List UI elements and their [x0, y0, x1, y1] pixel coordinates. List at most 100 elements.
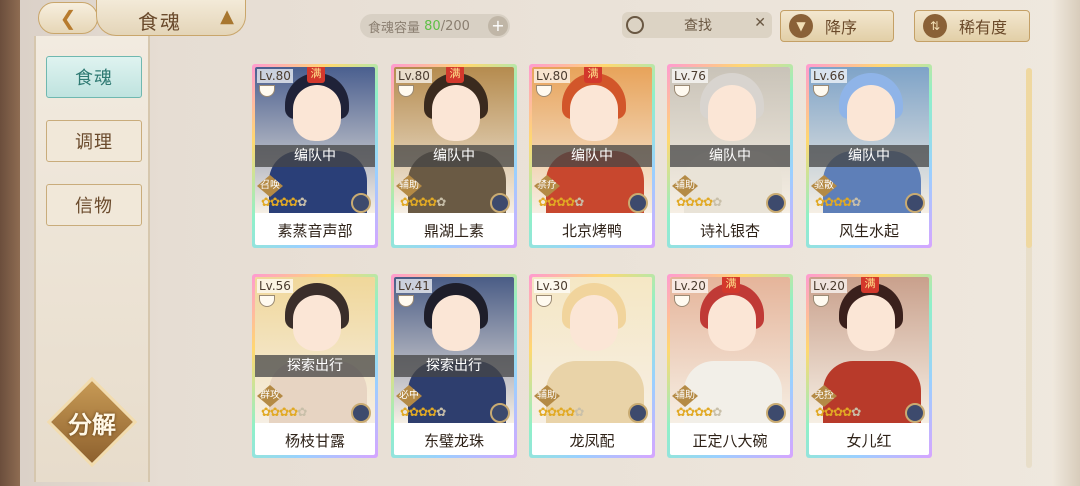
sort-down-icon: ▼ — [789, 14, 813, 38]
back-button[interactable]: ❮ — [38, 2, 98, 34]
gem-icon — [766, 193, 786, 213]
card-inner: Lv.76 编队中 辅助 ✿✿✿✿✿ 诗礼银杏 — [670, 67, 790, 245]
status-banner: 探索出行 — [394, 355, 514, 377]
gem-icon — [766, 403, 786, 423]
portrait-face — [708, 85, 756, 141]
card-name: 龙凤配 — [569, 432, 615, 450]
card-name: 北京烤鸭 — [561, 222, 622, 240]
status-banner: 编队中 — [809, 145, 929, 167]
level-label: Lv.20 — [811, 279, 847, 293]
max-level-badge: 满 — [307, 67, 325, 83]
sort-order-label: 降序 — [825, 18, 858, 37]
level-label: Lv.76 — [672, 69, 708, 83]
gem-icon — [905, 403, 925, 423]
star-rating: ✿✿✿✿✿ — [538, 405, 584, 419]
level-label: Lv.80 — [396, 69, 432, 83]
card-inner: Lv.66 编队中 驱散 ✿✿✿✿✿ 风生水起 — [809, 67, 929, 245]
sort-order-button[interactable]: ▼ 降序 — [780, 10, 894, 42]
card-name: 风生水起 — [838, 222, 899, 240]
star-rating: ✿✿✿✿✿ — [261, 405, 307, 419]
sidebar-item-label: 信物 — [75, 196, 113, 217]
food-soul-card[interactable]: Lv.80 满编队中 禁疗 ✿✿✿✿✿ 北京烤鸭 — [529, 64, 655, 248]
card-inner: Lv.20 满辅助 ✿✿✿✿✿ 正定八大碗 — [670, 277, 790, 455]
scrollbar[interactable] — [1026, 68, 1032, 468]
gem-icon — [490, 193, 510, 213]
max-level-badge: 满 — [722, 277, 740, 293]
gem-icon — [628, 193, 648, 213]
food-soul-card[interactable]: Lv.41 探索出行 必中 ✿✿✿✿✿ 东璧龙珠 — [391, 274, 517, 458]
max-level-badge: 满 — [446, 67, 464, 83]
sort-field-label: 稀有度 — [959, 18, 1008, 37]
sort-field-button[interactable]: ⇅ 稀有度 — [914, 10, 1030, 42]
sidebar-item-food-souls[interactable]: 食魂 — [46, 56, 142, 98]
gem-icon — [905, 193, 925, 213]
capacity-label: 食魂容量 — [368, 20, 421, 36]
sidebar-item-label: 食魂 — [75, 68, 113, 89]
level-label: Lv.20 — [672, 279, 708, 293]
star-rating: ✿✿✿✿✿ — [815, 405, 861, 419]
status-banner: 编队中 — [532, 145, 652, 167]
star-rating: ✿✿✿✿✿ — [676, 405, 722, 419]
decompose-button[interactable]: 分解 — [46, 376, 138, 468]
right-frame — [1052, 0, 1080, 486]
card-inner: Lv.41 探索出行 必中 ✿✿✿✿✿ 东璧龙珠 — [394, 277, 514, 455]
add-capacity-button[interactable]: + — [488, 16, 508, 36]
card-inner: Lv.20 满免控 ✿✿✿✿✿ 女儿红 — [809, 277, 929, 455]
sidebar-item-cooking[interactable]: 调理 — [46, 120, 142, 162]
gem-icon — [628, 403, 648, 423]
food-soul-card[interactable]: Lv.20 满辅助 ✿✿✿✿✿ 正定八大碗 — [667, 274, 793, 458]
star-rating: ✿✿✿✿✿ — [815, 195, 861, 209]
level-label: Lv.80 — [534, 69, 570, 83]
page-title: 食魂 — [138, 10, 182, 34]
status-banner: 编队中 — [255, 145, 375, 167]
food-soul-card[interactable]: Lv.80 满编队中 辅助 ✿✿✿✿✿ 鼎湖上素 — [391, 64, 517, 248]
sidebar-item-keepsakes[interactable]: 信物 — [46, 184, 142, 226]
food-soul-card[interactable]: Lv.66 编队中 驱散 ✿✿✿✿✿ 风生水起 — [806, 64, 932, 248]
food-soul-card[interactable]: Lv.80 满编队中 召唤 ✿✿✿✿✿ 素蒸音声部 — [252, 64, 378, 248]
max-level-badge: 满 — [584, 67, 602, 83]
portrait-face — [570, 85, 618, 141]
search-icon — [626, 16, 644, 34]
level-label: Lv.56 — [257, 279, 293, 293]
portrait-face — [432, 85, 480, 141]
left-frame — [0, 0, 20, 486]
card-inner: Lv.80 满编队中 辅助 ✿✿✿✿✿ 鼎湖上素 — [394, 67, 514, 245]
max-level-badge: 满 — [861, 277, 879, 293]
crown-icon: ▲ — [220, 6, 234, 27]
clear-search-button[interactable]: ✕ — [754, 15, 766, 31]
food-soul-card[interactable]: Lv.56 探索出行 群攻 ✿✿✿✿✿ 杨枝甘露 — [252, 274, 378, 458]
card-inner: Lv.80 满编队中 召唤 ✿✿✿✿✿ 素蒸音声部 — [255, 67, 375, 245]
gem-icon — [351, 193, 371, 213]
card-inner: Lv.80 满编队中 禁疗 ✿✿✿✿✿ 北京烤鸭 — [532, 67, 652, 245]
card-name: 东璧龙珠 — [423, 432, 484, 450]
star-rating: ✿✿✿✿✿ — [676, 195, 722, 209]
capacity-display: 食魂容量 80 /200 + — [360, 14, 510, 38]
card-inner: Lv.56 探索出行 群攻 ✿✿✿✿✿ 杨枝甘露 — [255, 277, 375, 455]
star-rating: ✿✿✿✿✿ — [261, 195, 307, 209]
status-banner: 编队中 — [394, 145, 514, 167]
capacity-current: 80 — [424, 18, 441, 34]
card-name: 杨枝甘露 — [284, 432, 345, 450]
level-label: Lv.66 — [811, 69, 847, 83]
card-inner: Lv.30 辅助 ✿✿✿✿✿ 龙凤配 — [532, 277, 652, 455]
status-banner: 编队中 — [670, 145, 790, 167]
portrait-face — [570, 295, 618, 351]
portrait-face — [847, 85, 895, 141]
gem-icon — [351, 403, 371, 423]
gem-icon — [490, 403, 510, 423]
back-arrow-icon: ❮ — [59, 6, 77, 30]
star-rating: ✿✿✿✿✿ — [400, 195, 446, 209]
sidebar-item-label: 调理 — [75, 132, 113, 153]
level-label: Lv.30 — [534, 279, 570, 293]
star-rating: ✿✿✿✿✿ — [538, 195, 584, 209]
sort-swap-icon: ⇅ — [923, 14, 947, 38]
food-soul-card[interactable]: Lv.20 满免控 ✿✿✿✿✿ 女儿红 — [806, 274, 932, 458]
card-name: 鼎湖上素 — [423, 222, 484, 240]
portrait-face — [293, 85, 341, 141]
search-box[interactable]: 查找 ✕ — [622, 12, 772, 38]
food-soul-card[interactable]: Lv.30 辅助 ✿✿✿✿✿ 龙凤配 — [529, 274, 655, 458]
card-name: 女儿红 — [846, 432, 892, 450]
food-soul-card[interactable]: Lv.76 编队中 辅助 ✿✿✿✿✿ 诗礼银杏 — [667, 64, 793, 248]
scroll-thumb[interactable] — [1026, 68, 1032, 248]
decompose-label: 分解 — [68, 410, 116, 439]
